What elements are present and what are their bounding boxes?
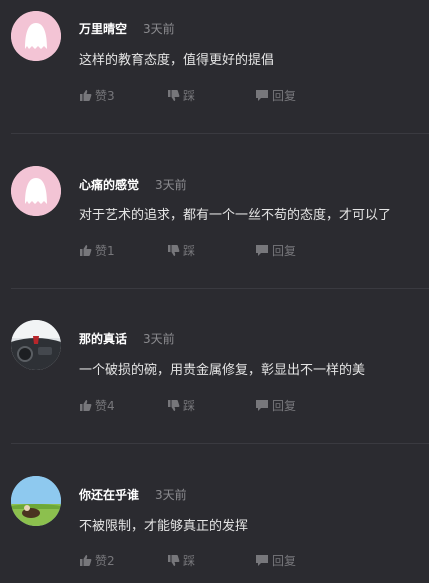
avatar[interactable] <box>11 166 61 216</box>
dislike-button[interactable]: 踩 <box>167 242 195 259</box>
chat-bubble-icon <box>256 400 268 411</box>
timestamp: 3天前 <box>155 488 187 502</box>
like-button[interactable]: 赞1 <box>79 242 115 259</box>
thumbs-down-icon <box>168 555 180 566</box>
avatar[interactable] <box>11 11 61 61</box>
pink-ghost-icon <box>11 166 61 216</box>
username[interactable]: 那的真话 3天前 <box>79 330 175 347</box>
reply-button[interactable]: 回复 <box>255 552 296 569</box>
timestamp: 3天前 <box>155 178 187 192</box>
comment-text: 对于艺术的追求，都有一个一丝不苟的态度，才可以了 <box>79 208 392 223</box>
reply-button[interactable]: 回复 <box>255 397 296 414</box>
comment-item: 心痛的感觉 3天前 对于艺术的追求，都有一个一丝不苟的态度，才可以了 赞1 踩 回… <box>0 155 429 289</box>
username[interactable]: 你还在乎谁 3天前 <box>79 486 187 503</box>
dislike-button[interactable]: 踩 <box>167 87 195 104</box>
like-button[interactable]: 赞3 <box>79 87 115 104</box>
chat-bubble-icon <box>256 555 268 566</box>
dislike-button[interactable]: 踩 <box>167 397 195 414</box>
chat-bubble-icon <box>256 245 268 256</box>
comment-item: 你还在乎谁 3天前 不被限制，才能够真正的发挥 赞2 踩 回复 <box>0 465 429 583</box>
avatar[interactable] <box>11 320 61 370</box>
chat-bubble-icon <box>256 90 268 101</box>
thumbs-down-icon <box>168 245 180 256</box>
comment-text: 这样的教育态度，值得更好的提倡 <box>79 53 275 68</box>
car-interior-icon <box>11 320 61 370</box>
thumbs-down-icon <box>168 90 180 101</box>
divider <box>11 443 429 444</box>
avatar[interactable] <box>11 476 61 526</box>
like-button[interactable]: 赞4 <box>79 397 115 414</box>
thumbs-up-icon <box>80 400 92 411</box>
thumbs-up-icon <box>80 245 92 256</box>
comment-text: 一个破损的碗，用贵金属修复，彰显出不一样的美 <box>79 363 366 378</box>
reply-button[interactable]: 回复 <box>255 242 296 259</box>
username[interactable]: 万里晴空 3天前 <box>79 20 175 37</box>
thumbs-down-icon <box>168 400 180 411</box>
dislike-button[interactable]: 踩 <box>167 552 195 569</box>
field-landscape-icon <box>11 476 61 526</box>
username[interactable]: 心痛的感觉 3天前 <box>79 176 187 193</box>
divider <box>11 288 429 289</box>
pink-ghost-icon <box>11 11 61 61</box>
comment-item: 万里晴空 3天前 这样的教育态度，值得更好的提倡 赞3 踩 回复 <box>0 0 429 134</box>
comment-item: 那的真话 3天前 一个破损的碗，用贵金属修复，彰显出不一样的美 赞4 踩 回复 <box>0 310 429 444</box>
reply-button[interactable]: 回复 <box>255 87 296 104</box>
thumbs-up-icon <box>80 555 92 566</box>
divider <box>11 133 429 134</box>
timestamp: 3天前 <box>143 22 175 36</box>
comment-text: 不被限制，才能够真正的发挥 <box>79 519 249 534</box>
like-button[interactable]: 赞2 <box>79 552 115 569</box>
thumbs-up-icon <box>80 90 92 101</box>
timestamp: 3天前 <box>143 332 175 346</box>
